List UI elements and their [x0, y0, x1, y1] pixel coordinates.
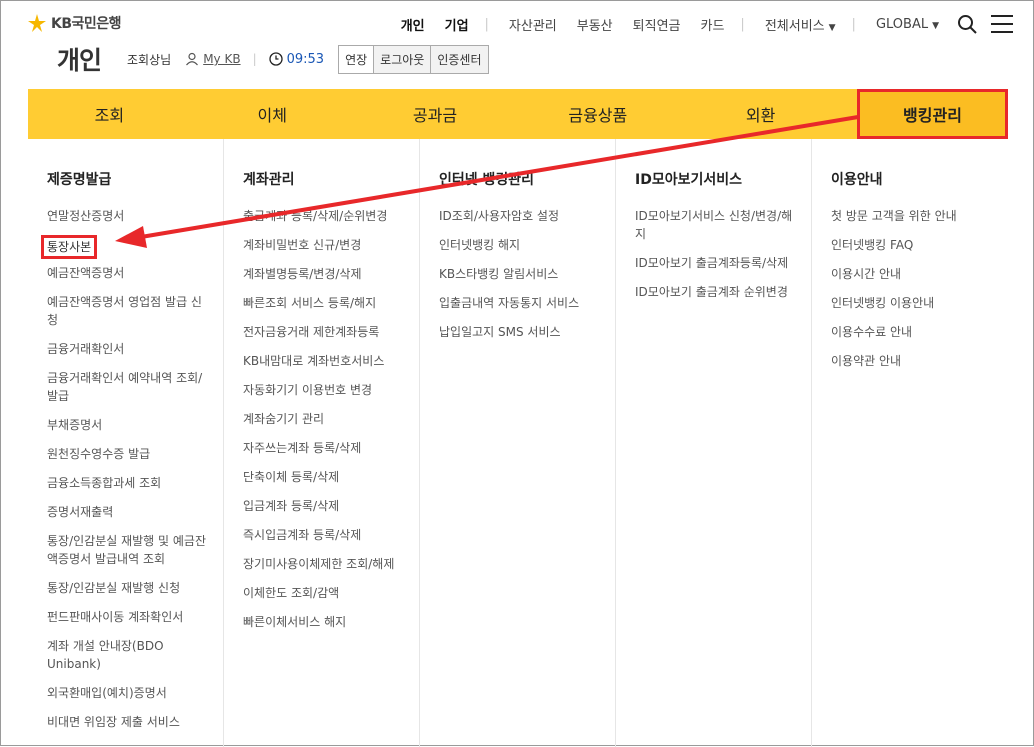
menu-column-id-aggregation: ID모아보기서비스 ID모아보기서비스 신청/변경/해지 ID모아보기 출금계좌… — [616, 139, 812, 747]
column-heading: 이용안내 — [831, 172, 883, 188]
menu-link[interactable]: 단축이체 등록/삭제 — [243, 468, 419, 486]
menu-link[interactable]: 전자금융거래 제한계좌등록 — [243, 323, 419, 341]
menu-link[interactable]: 예금잔액증명서 영업점 발급 신청 — [47, 293, 223, 329]
menu-link[interactable]: 금융거래확인서 — [47, 340, 223, 358]
topnav-pension[interactable]: 퇴직연금 — [633, 15, 681, 34]
column-heading: ID모아보기서비스 — [635, 172, 742, 188]
menu-link[interactable]: 이용수수료 안내 — [831, 323, 1008, 341]
topnav-corporate[interactable]: 기업 — [445, 15, 469, 34]
menu-link[interactable]: 원천징수영수증 발급 — [47, 445, 223, 463]
menu-link[interactable]: 자주쓰는계좌 등록/삭제 — [243, 439, 419, 457]
topnav-divider: | — [740, 16, 745, 32]
menu-tab-utility[interactable]: 공과금 — [354, 89, 517, 139]
menu-link[interactable]: 계좌숨기기 관리 — [243, 410, 419, 428]
page-frame: KB국민은행 개인 기업 | 자산관리 부동산 퇴직연금 카드 | 전체서비스 ▼… — [0, 0, 1034, 747]
menu-link[interactable]: 이용약관 안내 — [831, 352, 1008, 370]
menu-tab-transfer[interactable]: 이체 — [191, 89, 354, 139]
topnav-card[interactable]: 카드 — [701, 15, 725, 34]
session-timer: 09:53 — [268, 51, 325, 67]
user-icon — [186, 52, 199, 66]
menu-link[interactable]: 증명서재출력 — [47, 503, 223, 521]
hamburger-menu-icon[interactable] — [991, 15, 1013, 33]
column-heading: 제증명발급 — [47, 172, 112, 188]
menu-link[interactable]: 비대면 위임장 제출 서비스 — [47, 713, 223, 731]
menu-link[interactable]: 계좌비밀번호 신규/변경 — [243, 236, 419, 254]
page-title: 개인 — [57, 46, 102, 75]
menu-link[interactable]: KB스타뱅킹 알림서비스 — [439, 265, 615, 283]
menu-link[interactable]: 인터넷뱅킹 해지 — [439, 236, 615, 254]
menu-tab-banking-management[interactable]: 뱅킹관리 — [856, 89, 1008, 139]
main-menu-bar: 조회 이체 공과금 금융상품 외환 뱅킹관리 — [28, 89, 1008, 139]
user-name: 조회상님 — [127, 52, 172, 67]
global-label: GLOBAL — [875, 16, 929, 32]
cert-center-button[interactable]: 인증센터 — [430, 44, 489, 74]
menu-link[interactable]: 계좌 개설 안내장(BDO Unibank) — [47, 637, 223, 673]
menu-link[interactable]: 이체한도 조회/감액 — [243, 584, 419, 602]
menu-link[interactable]: 자동화기기 이용번호 변경 — [243, 381, 419, 399]
topnav-all-services[interactable]: 전체서비스 ▼ — [765, 15, 836, 34]
menu-link[interactable]: KB내맘대로 계좌번호서비스 — [243, 352, 419, 370]
menu-link[interactable]: 인터넷뱅킹 FAQ — [831, 236, 1008, 254]
menu-link[interactable]: 통장/인감분실 재발행 및 예금잔액증명서 발급내역 조회 — [47, 532, 223, 568]
menu-column-internet-banking: 인터넷 뱅킹관리 ID조회/사용자암호 설정 인터넷뱅킹 해지 KB스타뱅킹 알… — [420, 139, 616, 747]
menu-column-certificates: 제증명발급 연말정산증명서 통장사본 예금잔액증명서 예금잔액증명서 영업점 발… — [28, 139, 224, 747]
menu-tab-inquiry[interactable]: 조회 — [28, 89, 191, 139]
menu-link[interactable]: 첫 방문 고객을 위한 안내 — [831, 207, 1008, 225]
menu-link[interactable]: 부채증명서 — [47, 416, 223, 434]
clock-icon — [268, 52, 283, 66]
menu-link[interactable]: 장기미사용이체제한 조회/해제 — [243, 555, 419, 573]
divider: | — [252, 52, 257, 66]
search-icon[interactable] — [957, 14, 977, 34]
menu-link[interactable]: 입출금내역 자동통지 서비스 — [439, 294, 615, 312]
brand-name: KB국민은행 — [51, 16, 122, 32]
menu-link[interactable]: 펀드판매사이동 계좌확인서 — [47, 608, 223, 626]
mykb-link[interactable]: My KB — [185, 52, 241, 66]
kb-star-icon — [28, 14, 46, 32]
menu-link[interactable]: 빠른조회 서비스 등록/해지 — [243, 294, 419, 312]
menu-link[interactable]: 통장/인감분실 재발행 신청 — [47, 579, 223, 597]
menu-link[interactable]: 금융거래확인서 예약내역 조회/발급 — [47, 369, 223, 405]
menu-link[interactable]: ID모아보기서비스 신청/변경/해지 — [635, 207, 811, 243]
menu-link[interactable]: 계좌별명등록/변경/삭제 — [243, 265, 419, 283]
topnav-divider: | — [851, 16, 856, 32]
topnav-personal[interactable]: 개인 — [401, 15, 425, 34]
menu-tab-forex[interactable]: 외환 — [679, 89, 842, 139]
caret-down-icon: ▼ — [932, 20, 939, 31]
menu-link[interactable]: 외국환매입(예치)증명서 — [47, 684, 223, 702]
menu-column-accounts: 계좌관리 출금계좌 등록/삭제/순위변경 계좌비밀번호 신규/변경 계좌별명등록… — [224, 139, 420, 747]
menu-link[interactable]: 이용시간 안내 — [831, 265, 1008, 283]
sub-header: 개인 조회상님 My KB | 09:53 연장 로그아웃 인증센터 — [57, 41, 489, 77]
menu-link[interactable]: 출금계좌 등록/삭제/순위변경 — [243, 207, 419, 225]
menu-link[interactable]: 즉시입금계좌 등록/삭제 — [243, 526, 419, 544]
top-navigation: 개인 기업 | 자산관리 부동산 퇴직연금 카드 | 전체서비스 ▼ | GLOB… — [401, 14, 1013, 34]
menu-link[interactable]: 입금계좌 등록/삭제 — [243, 497, 419, 515]
menu-link[interactable]: 금융소득종합과세 조회 — [47, 474, 223, 492]
kb-logo[interactable]: KB국민은행 — [27, 13, 122, 33]
logout-button[interactable]: 로그아웃 — [373, 44, 432, 74]
mega-menu: 제증명발급 연말정산증명서 통장사본 예금잔액증명서 예금잔액증명서 영업점 발… — [28, 139, 1008, 747]
timer-value: 09:53 — [286, 51, 325, 67]
mykb-label: My KB — [203, 52, 241, 66]
menu-link[interactable]: 연말정산증명서 — [47, 207, 223, 225]
topnav-realestate[interactable]: 부동산 — [577, 15, 613, 34]
menu-column-guide: 이용안내 첫 방문 고객을 위한 안내 인터넷뱅킹 FAQ 이용시간 안내 인터… — [812, 139, 1008, 747]
menu-link[interactable]: ID조회/사용자암호 설정 — [439, 207, 615, 225]
menu-link[interactable]: 인터넷뱅킹 이용안내 — [831, 294, 1008, 312]
caret-down-icon: ▼ — [828, 22, 836, 33]
all-services-label: 전체서비스 — [764, 18, 825, 34]
menu-tab-products[interactable]: 금융상품 — [516, 89, 679, 139]
menu-link[interactable]: ID모아보기 출금계좌 순위변경 — [635, 283, 811, 301]
topnav-asset[interactable]: 자산관리 — [509, 15, 557, 34]
menu-link[interactable]: ID모아보기 출금계좌등록/삭제 — [635, 254, 811, 272]
column-heading: 인터넷 뱅킹관리 — [439, 172, 535, 188]
topnav-global[interactable]: GLOBAL ▼ — [876, 17, 939, 32]
menu-link[interactable]: 납입일고지 SMS 서비스 — [439, 323, 615, 341]
topnav-divider: | — [484, 16, 489, 32]
menu-link[interactable]: 빠른이체서비스 해지 — [243, 613, 419, 631]
extend-button[interactable]: 연장 — [338, 44, 375, 74]
menu-link[interactable]: 예금잔액증명서 — [47, 264, 223, 282]
column-heading: 계좌관리 — [243, 172, 295, 188]
menu-link-passbook-copy[interactable]: 통장사본 — [41, 235, 98, 259]
